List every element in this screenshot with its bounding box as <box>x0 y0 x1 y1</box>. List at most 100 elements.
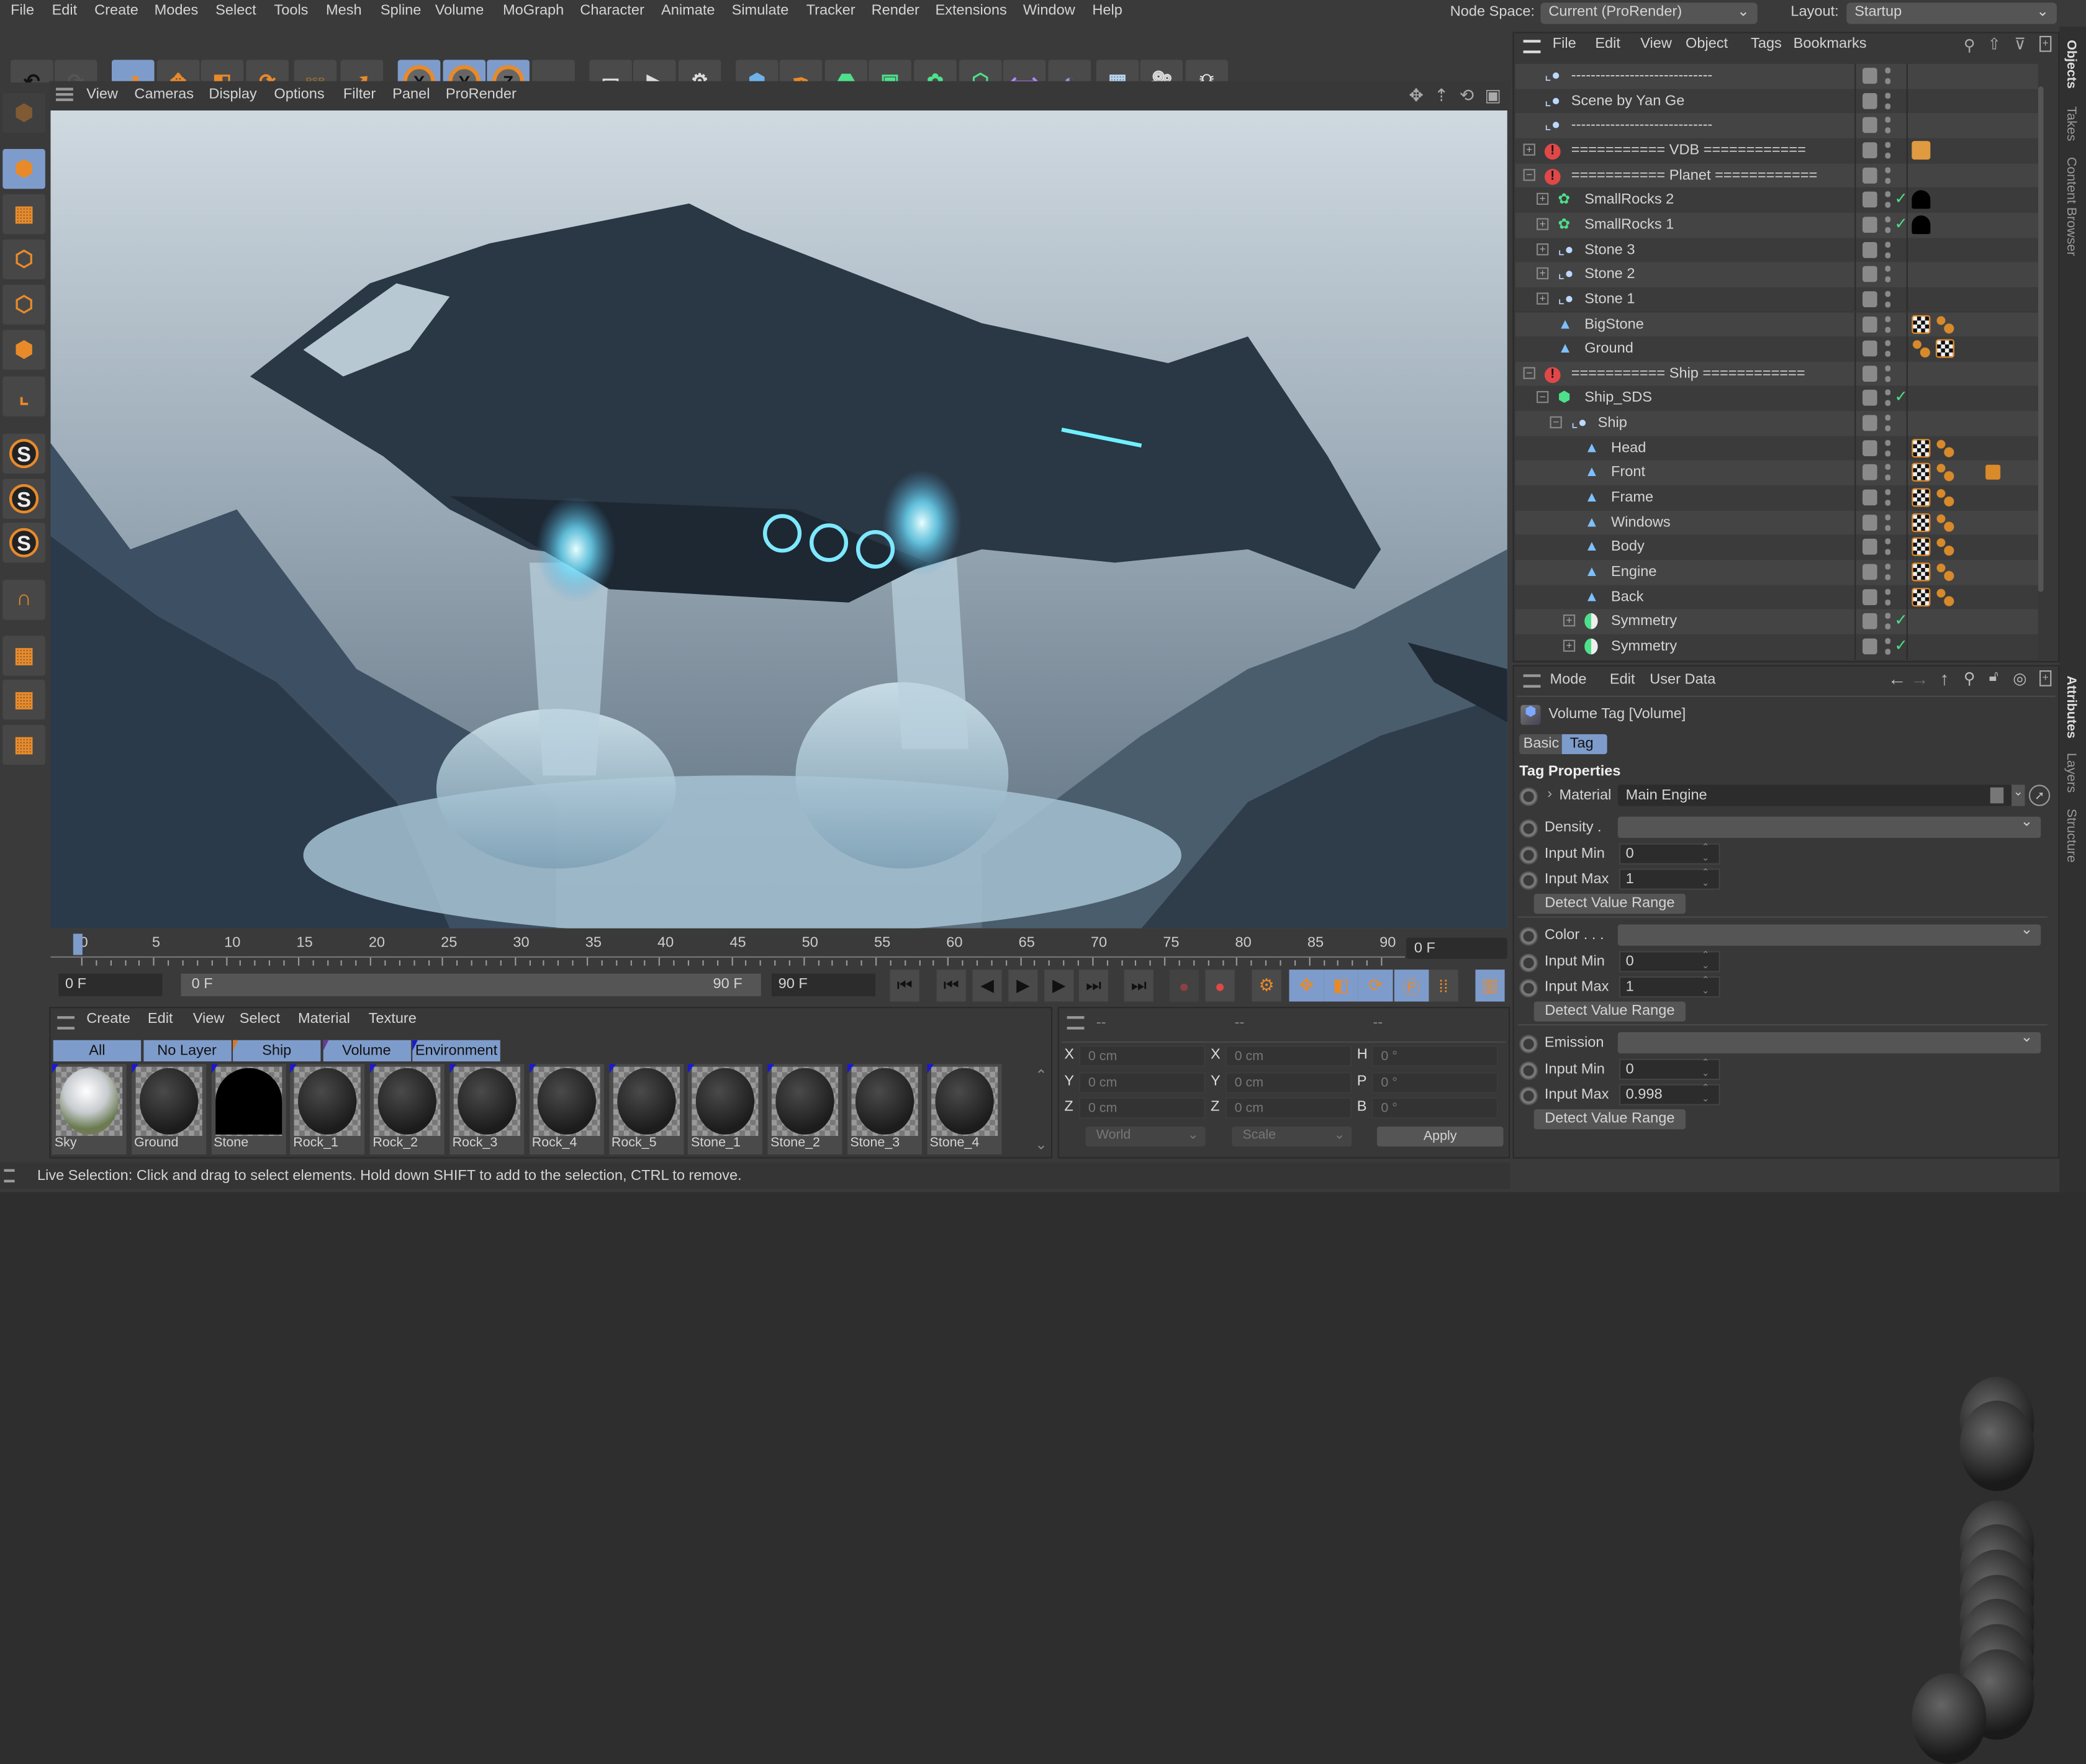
object-row-windows[interactable]: ▲ Windows <box>1515 510 2038 1665</box>
expand-icon[interactable]: + <box>1537 268 1549 280</box>
phong-tag-icon[interactable] <box>1935 587 1954 606</box>
home-up-icon[interactable]: ⇧ <box>1987 35 2001 53</box>
object-row-ship[interactable]: − ⌞● Ship <box>1515 411 2038 436</box>
uvw-tag-icon[interactable] <box>1912 513 1931 532</box>
material-menu-texture[interactable]: Texture <box>369 1011 417 1027</box>
solo-selection-button[interactable]: S <box>2 523 45 563</box>
animate-radio[interactable] <box>1520 821 1537 837</box>
phong-tag-icon[interactable] <box>1935 538 1954 557</box>
workplane-button[interactable]: ▦ <box>2 636 45 676</box>
phong-tag-icon[interactable] <box>1935 314 1954 333</box>
attribute-menu-user-data[interactable]: User Data <box>1650 672 1715 688</box>
layer-tab-no-layer[interactable]: No Layer <box>143 1040 231 1062</box>
editor-render-visibility-dots[interactable] <box>1885 240 1891 259</box>
snap-magnet-button[interactable]: ∩ <box>2 580 45 620</box>
coord-field-y-position[interactable]: 0 cm <box>1078 1071 1206 1093</box>
viewport-menu-options[interactable]: Options <box>274 86 324 102</box>
editor-render-visibility-dots[interactable] <box>1885 612 1891 631</box>
orbit-icon[interactable]: ⟲ <box>1460 85 1474 106</box>
edges-mode-button[interactable]: ⬡ <box>2 284 45 325</box>
object-name[interactable]: =========== Planet ============ <box>1571 167 1818 183</box>
object-menu-bookmarks[interactable]: Bookmarks <box>1794 36 1867 52</box>
layer-visibility-icon[interactable] <box>1862 192 1877 208</box>
viewport-render[interactable] <box>50 110 1507 929</box>
object-name[interactable]: Ship <box>1598 415 1627 431</box>
object-row-ground[interactable]: ▲ Ground <box>1515 336 2038 1492</box>
layer-visibility-icon[interactable] <box>1862 415 1877 431</box>
layer-visibility-icon[interactable] <box>1862 241 1877 258</box>
viewport-menu-cameras[interactable]: Cameras <box>134 86 194 102</box>
hamburger-icon[interactable] <box>1523 674 1541 688</box>
editor-render-visibility-dots[interactable] <box>1885 66 1891 86</box>
solo-button[interactable]: S <box>2 433 45 474</box>
uvw-tag-icon[interactable] <box>1935 339 1954 358</box>
texture-mode-button[interactable]: ▦ <box>2 194 45 235</box>
hamburger-icon[interactable] <box>1523 40 1541 53</box>
model-mode-button[interactable]: ⬢ <box>2 149 45 189</box>
phong-tag-icon[interactable] <box>1935 488 1954 507</box>
material-tag-icon[interactable] <box>1912 1673 1987 1764</box>
search-icon[interactable]: ⚲ <box>1964 669 1975 688</box>
material-ground[interactable]: Ground <box>131 1064 206 1155</box>
scrollbar[interactable] <box>2038 86 2044 592</box>
object-row-symmetry[interactable]: + Symmetry ✓ <box>1515 634 2038 659</box>
object-menu-file[interactable]: File <box>1553 36 1576 52</box>
menu-animate[interactable]: Animate <box>661 2 715 19</box>
menu-volume[interactable]: Volume <box>435 2 484 19</box>
layer-tab-volume[interactable]: Volume <box>322 1040 411 1062</box>
object-row-ship[interactable]: −! =========== Ship ============ <box>1515 361 2038 387</box>
annotation-tag-icon[interactable] <box>1912 141 1931 160</box>
object-row-vdb[interactable]: +! =========== VDB ============ <box>1515 138 2038 163</box>
material-stone-2[interactable]: Stone_2 <box>767 1064 842 1155</box>
layer-tab-ship[interactable]: Ship <box>233 1040 321 1062</box>
axis-button[interactable]: ⌞ <box>2 376 45 416</box>
volume-tag-icon[interactable] <box>1985 465 2001 480</box>
viewport-menu-display[interactable]: Display <box>209 86 256 102</box>
editor-render-visibility-dots[interactable] <box>1885 463 1891 482</box>
key-parameter-button[interactable]: Ⓟ <box>1394 970 1429 1002</box>
object-row-back[interactable]: ▲ Back <box>1515 585 2038 1740</box>
object-row-[interactable]: ⌞● ----------------------------- <box>1515 113 2038 138</box>
layer-visibility-icon[interactable] <box>1862 613 1877 630</box>
menu-mograph[interactable]: MoGraph <box>503 2 564 19</box>
scroll-up-icon[interactable]: ⌃ <box>1035 1067 1047 1084</box>
object-name[interactable]: BigStone <box>1584 316 1644 332</box>
layer-visibility-icon[interactable] <box>1862 315 1877 332</box>
layer-visibility-icon[interactable] <box>1862 588 1877 605</box>
object-row-stone-2[interactable]: + ⌞● Stone 2 <box>1515 262 2038 287</box>
object-row-bigstone[interactable]: ▲ BigStone <box>1515 312 2038 1467</box>
solo-hierarchy-button[interactable]: S <box>2 479 45 519</box>
pan-icon[interactable]: ✥ <box>1409 85 1423 106</box>
layer-tab-all[interactable]: All <box>53 1040 142 1062</box>
editor-render-visibility-dots[interactable] <box>1885 215 1891 234</box>
layer-visibility-icon[interactable] <box>1862 638 1877 655</box>
coord-field-z-position[interactable]: 0 cm <box>1078 1097 1206 1119</box>
grid-snap-button[interactable]: ▦ <box>2 680 45 720</box>
step-back-button[interactable]: ◀ <box>972 970 1002 1002</box>
coord-field-h-rotation[interactable]: 0 ° <box>1371 1045 1498 1067</box>
object-name[interactable]: Front <box>1611 465 1645 481</box>
coordinate-mode-dropdown[interactable]: World ⌄ <box>1085 1127 1206 1147</box>
input-max-field[interactable]: 1 <box>1619 867 1720 890</box>
coord-field-y-size[interactable]: 0 cm <box>1225 1071 1352 1093</box>
editor-render-visibility-dots[interactable] <box>1885 339 1891 358</box>
current-frame-field[interactable]: 0 F <box>1406 937 1507 960</box>
layer-visibility-icon[interactable] <box>1862 439 1877 456</box>
collapse-icon[interactable]: − <box>1523 168 1535 181</box>
expand-icon[interactable]: + <box>1523 143 1535 156</box>
layer-visibility-icon[interactable] <box>1862 290 1877 307</box>
material-menu-select[interactable]: Select <box>240 1011 281 1027</box>
object-menu-object[interactable]: Object <box>1686 36 1728 52</box>
animate-radio[interactable] <box>1520 954 1537 971</box>
object-name[interactable]: =========== VDB ============ <box>1571 142 1806 158</box>
layout-dropdown[interactable]: Startup ⌄ <box>1846 2 2057 24</box>
expand-icon[interactable]: + <box>1563 639 1576 652</box>
phong-tag-icon[interactable] <box>1935 562 1954 582</box>
playhead[interactable] <box>73 934 83 955</box>
menu-edit[interactable]: Edit <box>52 2 78 19</box>
toggle-view-icon[interactable]: ▣ <box>1484 85 1501 106</box>
menu-window[interactable]: Window <box>1023 2 1075 19</box>
editor-render-visibility-dots[interactable] <box>1885 562 1891 582</box>
play-button[interactable]: ▶ <box>1008 970 1038 1002</box>
layer-visibility-icon[interactable] <box>1862 464 1877 481</box>
